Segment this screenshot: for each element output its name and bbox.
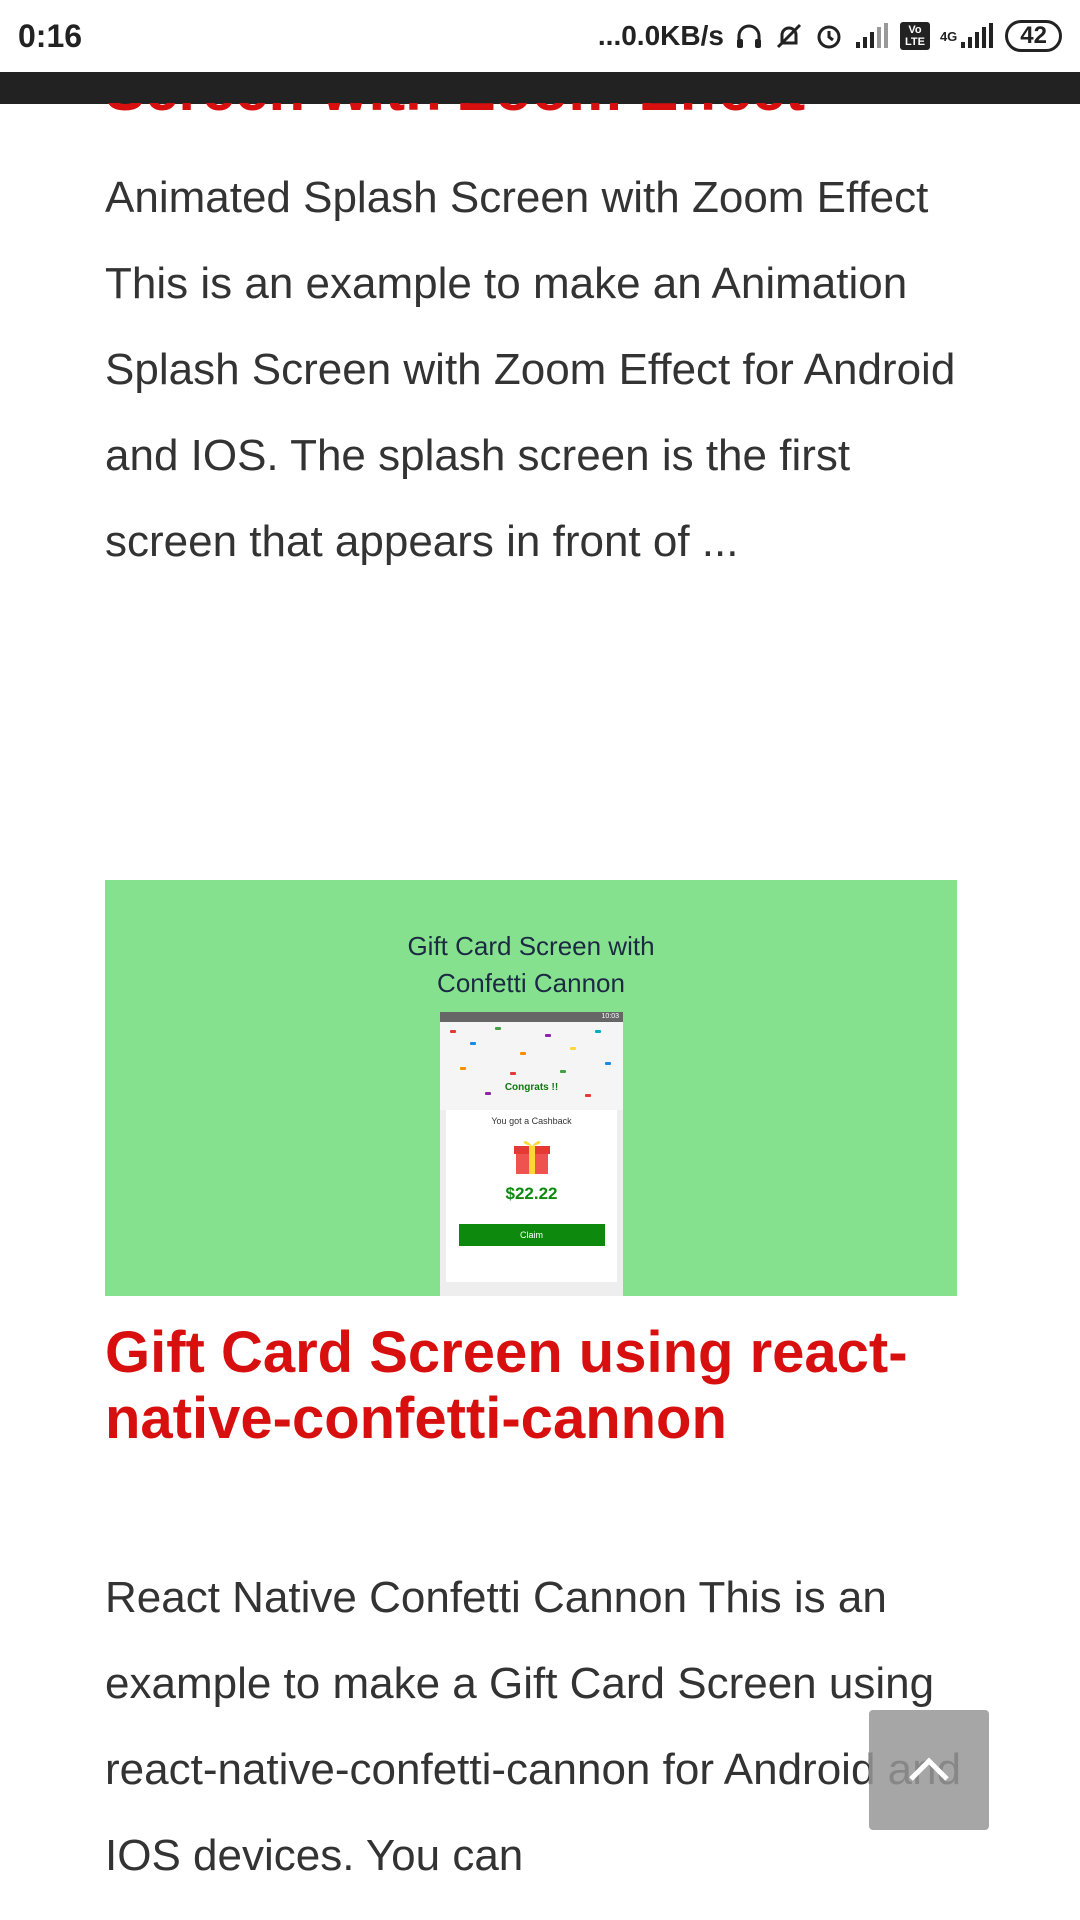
volte-icon: Vo LTE xyxy=(899,22,930,50)
chevron-up-icon xyxy=(907,1753,951,1788)
status-bar: 0:16 ...0.0KB/s Vo LTE 4G 42 xyxy=(0,0,1080,72)
image-title-line1: Gift Card Screen with xyxy=(407,931,655,961)
image-title: Gift Card Screen with Confetti Cannon xyxy=(105,928,957,1002)
network-type: 4G xyxy=(939,28,958,44)
signal-4g-icon: 4G xyxy=(940,22,995,50)
status-icons: ...0.0KB/s Vo LTE 4G 42 xyxy=(598,20,1062,52)
bell-off-icon xyxy=(774,21,804,51)
scroll-to-top-button[interactable] xyxy=(869,1710,989,1830)
confetti: Congrats !! xyxy=(440,1022,623,1110)
phone-mockup: 10:03 Congrats !! You got a Cashback $22… xyxy=(440,1012,623,1296)
battery-indicator: 42 xyxy=(1005,20,1062,52)
header-bar xyxy=(0,72,1080,104)
cashback-card: You got a Cashback $22.22 Claim xyxy=(446,1110,617,1282)
network-speed: ...0.0KB/s xyxy=(597,20,724,51)
signal-icon xyxy=(854,22,890,50)
headphones-icon xyxy=(734,21,764,51)
article-excerpt: React Native Confetti Cannon This is an … xyxy=(105,1573,962,1880)
congrats-text: Congrats !! xyxy=(504,1082,559,1093)
article-featured-image[interactable]: Gift Card Screen with Confetti Cannon 10… xyxy=(105,880,957,1296)
cashback-subtitle: You got a Cashback xyxy=(491,1116,572,1126)
alarm-icon xyxy=(814,21,844,51)
cashback-amount: $22.22 xyxy=(505,1184,558,1203)
image-title-line2: Confetti Cannon xyxy=(437,968,625,998)
gift-icon xyxy=(512,1136,552,1176)
claim-button: Claim xyxy=(458,1224,605,1246)
status-time: 0:16 xyxy=(18,17,83,54)
previous-article-excerpt: Animated Splash Screen with Zoom Effect … xyxy=(105,173,956,566)
phone-status-bar: 10:03 xyxy=(440,1012,623,1022)
article-title[interactable]: Gift Card Screen using react-native-conf… xyxy=(105,1320,975,1452)
